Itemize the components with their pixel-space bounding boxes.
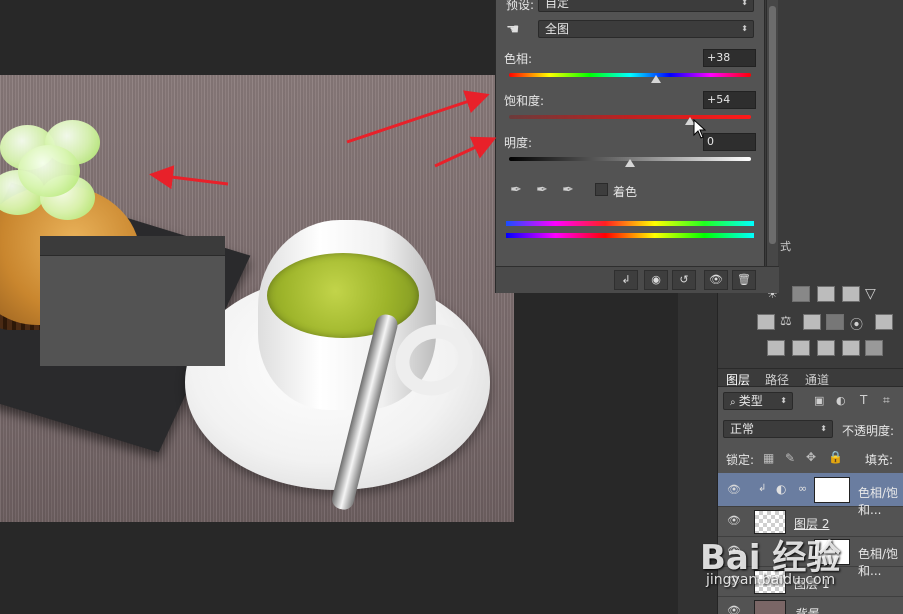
saturation-label: 饱和度: bbox=[504, 94, 545, 108]
filter-image-icon[interactable]: ▣ bbox=[814, 394, 824, 407]
range-select[interactable]: 全图 ⬍ bbox=[538, 20, 754, 38]
range-value: 全图 bbox=[545, 22, 570, 36]
opacity-label: 不透明度: bbox=[842, 424, 895, 438]
properties-scrollbar[interactable] bbox=[766, 0, 778, 268]
lock-paint-icon[interactable]: ✎ bbox=[785, 451, 795, 465]
lock-transparent-icon[interactable]: ▦ bbox=[763, 451, 774, 465]
vibrance-icon[interactable]: ▽ bbox=[865, 286, 883, 302]
hue-slider-track[interactable] bbox=[509, 73, 751, 77]
mouse-cursor-icon bbox=[693, 119, 707, 139]
filter-adjust-icon[interactable]: ◐ bbox=[836, 394, 846, 407]
selective-color-icon[interactable] bbox=[865, 340, 883, 356]
scrollbar-thumb[interactable] bbox=[769, 6, 776, 244]
fill-label: 填充: bbox=[865, 453, 894, 467]
bw-icon[interactable] bbox=[803, 314, 821, 330]
adjustments-tabbar bbox=[40, 236, 225, 256]
updown-icon: ⬍ bbox=[820, 424, 827, 433]
updown-icon: ⬍ bbox=[741, 24, 748, 33]
lock-label: 锁定: bbox=[726, 453, 755, 467]
preset-value: 自定 bbox=[545, 0, 570, 10]
eyedropper-minus-icon[interactable]: ✒ bbox=[560, 182, 576, 198]
color-lookup-icon[interactable] bbox=[875, 314, 893, 330]
photo-filter-icon[interactable] bbox=[826, 314, 844, 330]
blend-mode-select[interactable]: 正常 ⬍ bbox=[723, 420, 833, 438]
threshold-icon[interactable] bbox=[817, 340, 835, 356]
original-spectrum-bar bbox=[506, 233, 754, 238]
layer-thumbnail bbox=[754, 600, 786, 614]
layer-name[interactable]: 背景 bbox=[794, 605, 818, 614]
lightness-label: 明度: bbox=[504, 136, 533, 150]
updown-icon: ⬍ bbox=[780, 396, 787, 405]
tab-paths[interactable]: 路径 bbox=[765, 371, 789, 388]
posterize-icon[interactable] bbox=[792, 340, 810, 356]
tab-channels[interactable]: 通道 bbox=[805, 371, 829, 388]
properties-footer: ↲ ◉ ↺ 👁 🗑 bbox=[496, 266, 779, 293]
preset-select[interactable]: 自定 ⬍ bbox=[538, 0, 754, 12]
layer-filter-value: 类型 bbox=[738, 394, 763, 408]
filter-shape-icon[interactable]: ⌗ bbox=[883, 393, 890, 408]
view-previous-button[interactable]: ◉ bbox=[644, 270, 668, 290]
colorize-checkbox[interactable] bbox=[595, 183, 608, 196]
delete-button[interactable]: 🗑 bbox=[732, 270, 756, 290]
filter-type-icon[interactable]: T bbox=[860, 393, 867, 407]
hue-saturation-properties-panel: 预设: 自定 ⬍ ☚ 全图 ⬍ 色相: +38 饱和度: +54 明度: 0 ✒… bbox=[495, 0, 779, 293]
cupcake-frosting bbox=[0, 115, 120, 245]
hue-sat-icon[interactable] bbox=[757, 314, 775, 330]
eyedropper-plus-icon[interactable]: ✒ bbox=[534, 182, 550, 198]
visibility-button[interactable]: 👁 bbox=[704, 270, 728, 290]
gradient-map-icon[interactable] bbox=[842, 340, 860, 356]
eye-icon[interactable]: 👁 bbox=[726, 515, 742, 527]
colorize-label: 着色 bbox=[613, 185, 638, 199]
exposure-icon[interactable] bbox=[842, 286, 860, 302]
preset-label: 预设: bbox=[506, 0, 535, 12]
layer-filter-select[interactable]: ⌕ 类型 ⬍ bbox=[723, 392, 793, 410]
hand-adjust-icon[interactable]: ☚ bbox=[506, 20, 519, 38]
levels-icon[interactable] bbox=[792, 286, 810, 302]
hue-slider-knob[interactable] bbox=[650, 75, 661, 83]
search-icon: ⌕ bbox=[730, 397, 739, 408]
lock-all-icon[interactable]: 🔒 bbox=[828, 450, 843, 464]
clip-arrow-icon: ↲ bbox=[758, 483, 767, 494]
adjustments-tab-label[interactable]: 式 bbox=[780, 238, 791, 254]
clip-to-layer-button[interactable]: ↲ bbox=[614, 270, 638, 290]
lightness-slider-knob[interactable] bbox=[625, 159, 635, 167]
photoshop-window: 式 ☀ ▽ ⚖ ⦿ 图层 路径 通道 ⌕ 类型 ⬍ ▣ ◐ T ⌗ 正常 ⬍ 不… bbox=[0, 0, 903, 614]
eye-icon[interactable]: 👁 bbox=[726, 605, 742, 614]
saturation-slider-track[interactable] bbox=[509, 115, 751, 119]
hue-label: 色相: bbox=[504, 52, 533, 66]
layers-tabbar: 图层 路径 通道 bbox=[718, 369, 903, 387]
tab-layers[interactable]: 图层 bbox=[726, 371, 750, 388]
color-balance-icon[interactable]: ⚖ bbox=[780, 314, 798, 330]
layer-row[interactable]: 👁 ↲ ◐ ∞ 色相/饱和... bbox=[718, 473, 903, 517]
adjustment-layer-icon: ◐ bbox=[776, 482, 787, 496]
layer-row[interactable]: 👁 背景 bbox=[718, 597, 903, 614]
hue-input[interactable]: +38 bbox=[703, 49, 756, 67]
saturation-input[interactable]: +54 bbox=[703, 91, 756, 109]
eye-icon[interactable]: 👁 bbox=[726, 484, 742, 496]
lock-move-icon[interactable]: ✥ bbox=[806, 450, 816, 464]
eyedropper-icon[interactable]: ✒ bbox=[508, 182, 524, 198]
channel-mixer-icon[interactable]: ⦿ bbox=[850, 314, 868, 333]
updown-icon: ⬍ bbox=[741, 0, 748, 7]
curves-icon[interactable] bbox=[817, 286, 835, 302]
lightness-input[interactable]: 0 bbox=[703, 133, 756, 151]
baidu-watermark-url: jingyan.baidu.com bbox=[706, 572, 836, 588]
link-icon: ∞ bbox=[798, 482, 808, 495]
blend-mode-value: 正常 bbox=[730, 422, 755, 436]
shifted-spectrum-bar bbox=[506, 221, 754, 226]
invert-icon[interactable] bbox=[767, 340, 785, 356]
reset-button[interactable]: ↺ bbox=[672, 270, 696, 290]
layer-mask-thumbnail[interactable] bbox=[814, 477, 850, 503]
